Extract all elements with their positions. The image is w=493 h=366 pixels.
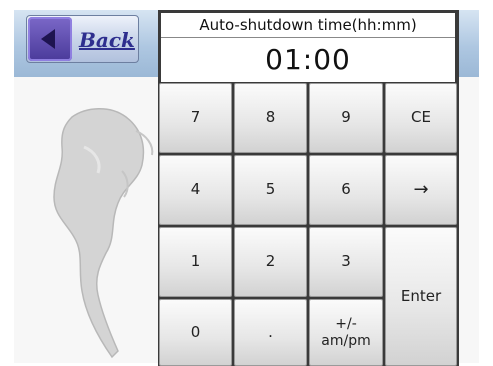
key-4[interactable]: 4	[159, 155, 232, 225]
back-arrow-icon	[28, 17, 72, 61]
key-8[interactable]: 8	[234, 83, 307, 153]
key-7[interactable]: 7	[159, 83, 232, 153]
key-plusminus-label: +/-	[335, 316, 357, 333]
key-2[interactable]: 2	[234, 227, 307, 297]
time-value-display: 01:00	[161, 38, 455, 82]
key-1[interactable]: 1	[159, 227, 232, 297]
display-title: Auto-shutdown time(hh:mm)	[161, 13, 455, 38]
key-3[interactable]: 3	[309, 227, 383, 297]
back-button[interactable]: Back	[26, 15, 139, 63]
key-enter[interactable]: Enter	[385, 227, 457, 366]
key-sign-ampm-toggle[interactable]: +/- am/pm	[309, 299, 383, 366]
key-arrow-right[interactable]: →	[385, 155, 457, 225]
time-entry-keypad: Auto-shutdown time(hh:mm) 01:00 7 8 9 CE…	[158, 10, 459, 366]
key-0[interactable]: 0	[159, 299, 232, 366]
key-5[interactable]: 5	[234, 155, 307, 225]
back-label: Back	[79, 28, 135, 52]
key-6[interactable]: 6	[309, 155, 383, 225]
key-clear-entry[interactable]: CE	[385, 83, 457, 153]
key-decimal-point[interactable]: .	[234, 299, 307, 366]
key-9[interactable]: 9	[309, 83, 383, 153]
key-ampm-label: am/pm	[321, 332, 371, 349]
